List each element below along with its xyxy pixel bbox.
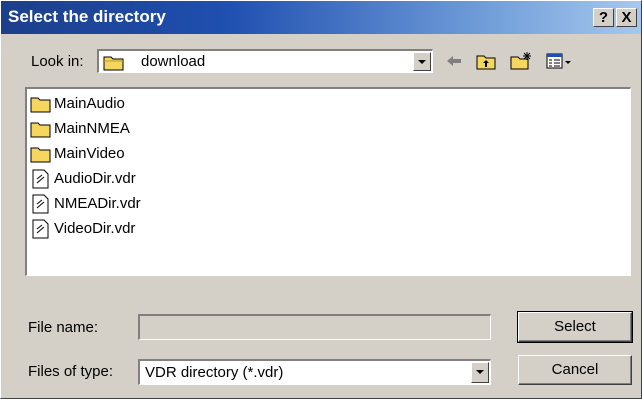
list-item-label: MainAudio [54, 95, 125, 112]
title-bar[interactable]: Select the directory ? X [1, 1, 641, 34]
look-in-dropdown-button[interactable] [413, 52, 431, 71]
list-item-label: AudioDir.vdr [54, 170, 136, 187]
up-one-level-icon[interactable] [475, 51, 497, 71]
folder-icon [30, 119, 52, 139]
document-icon [30, 219, 52, 239]
folder-icon [30, 144, 52, 164]
close-button[interactable]: X [616, 8, 637, 27]
dialog-title: Select the directory [8, 7, 166, 26]
list-item-label: MainVideo [54, 145, 125, 162]
files-of-type-value: VDR directory (*.vdr) [145, 364, 284, 381]
select-button[interactable]: Select [517, 311, 633, 343]
view-menu-icon[interactable] [545, 51, 573, 71]
files-of-type-label: Files of type: [28, 363, 114, 380]
folder-icon [103, 53, 125, 71]
file-list[interactable]: MainAudio MainNMEA MainVideo AudioDir.vd… [25, 87, 631, 276]
file-name-field[interactable] [138, 314, 491, 340]
files-of-type-dropdown-button[interactable] [471, 362, 489, 383]
look-in-combo[interactable]: download [97, 49, 433, 73]
file-name-label: File name: [28, 319, 99, 336]
document-icon [30, 194, 52, 214]
help-button[interactable]: ? [593, 8, 614, 27]
back-arrow-icon[interactable] [443, 51, 465, 71]
new-folder-icon[interactable] [509, 51, 531, 71]
list-item-label: NMEADir.vdr [54, 195, 141, 212]
files-of-type-combo[interactable]: VDR directory (*.vdr) [138, 359, 491, 385]
look-in-value: download [141, 53, 206, 70]
look-in-label: Look in: [31, 53, 84, 70]
document-icon [30, 169, 52, 189]
folder-icon [30, 94, 52, 114]
dialog-window: Select the directory ? X Look in: downlo… [0, 0, 642, 399]
list-item-label: VideoDir.vdr [54, 220, 136, 237]
list-item-label: MainNMEA [54, 120, 130, 137]
cancel-button[interactable]: Cancel [518, 355, 632, 385]
